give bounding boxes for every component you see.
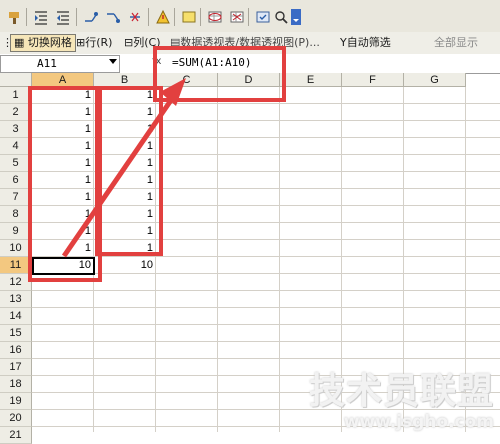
- watermark-title: 技术员联盟: [308, 371, 494, 412]
- watermark: 技术员联盟 www.jsgho.com: [308, 371, 494, 433]
- watermark-url: www.jsgho.com: [343, 412, 494, 432]
- annotation-arrow: [61, 78, 186, 258]
